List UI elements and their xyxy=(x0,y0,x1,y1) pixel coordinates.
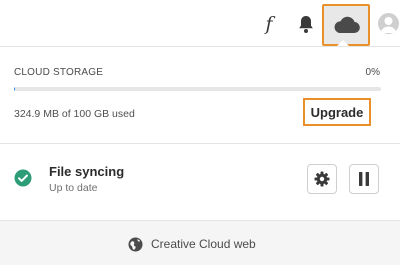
storage-progress-bar xyxy=(14,87,381,91)
bell-icon[interactable] xyxy=(296,13,316,35)
font-icon[interactable]: f xyxy=(258,12,280,36)
storage-used-text: 324.9 MB of 100 GB used xyxy=(14,108,135,120)
avatar[interactable] xyxy=(378,13,399,34)
sync-status: Up to date xyxy=(49,182,98,194)
pause-icon xyxy=(358,172,370,186)
storage-section: CLOUD STORAGE 0% 324.9 MB of 100 GB used… xyxy=(0,47,400,144)
sync-title: File syncing xyxy=(49,164,125,179)
pause-sync-button[interactable] xyxy=(349,164,379,194)
globe-icon xyxy=(128,237,143,252)
cloud-icon xyxy=(332,16,360,34)
check-circle-icon xyxy=(14,169,32,187)
upgrade-button[interactable]: Upgrade xyxy=(303,98,371,126)
storage-progress-fill xyxy=(14,87,16,91)
creative-cloud-web-label: Creative Cloud web xyxy=(151,237,256,251)
creative-cloud-web-section: Creative Cloud web xyxy=(0,221,400,265)
gear-icon xyxy=(314,171,330,187)
cloud-panel: CLOUD STORAGE 0% 324.9 MB of 100 GB used… xyxy=(0,46,400,265)
creative-cloud-web-link[interactable]: Creative Cloud web xyxy=(128,235,256,253)
storage-title: CLOUD STORAGE xyxy=(14,67,104,78)
file-syncing-section: File syncing Up to date xyxy=(0,144,400,221)
storage-percent: 0% xyxy=(365,67,380,78)
sync-settings-button[interactable] xyxy=(307,164,337,194)
